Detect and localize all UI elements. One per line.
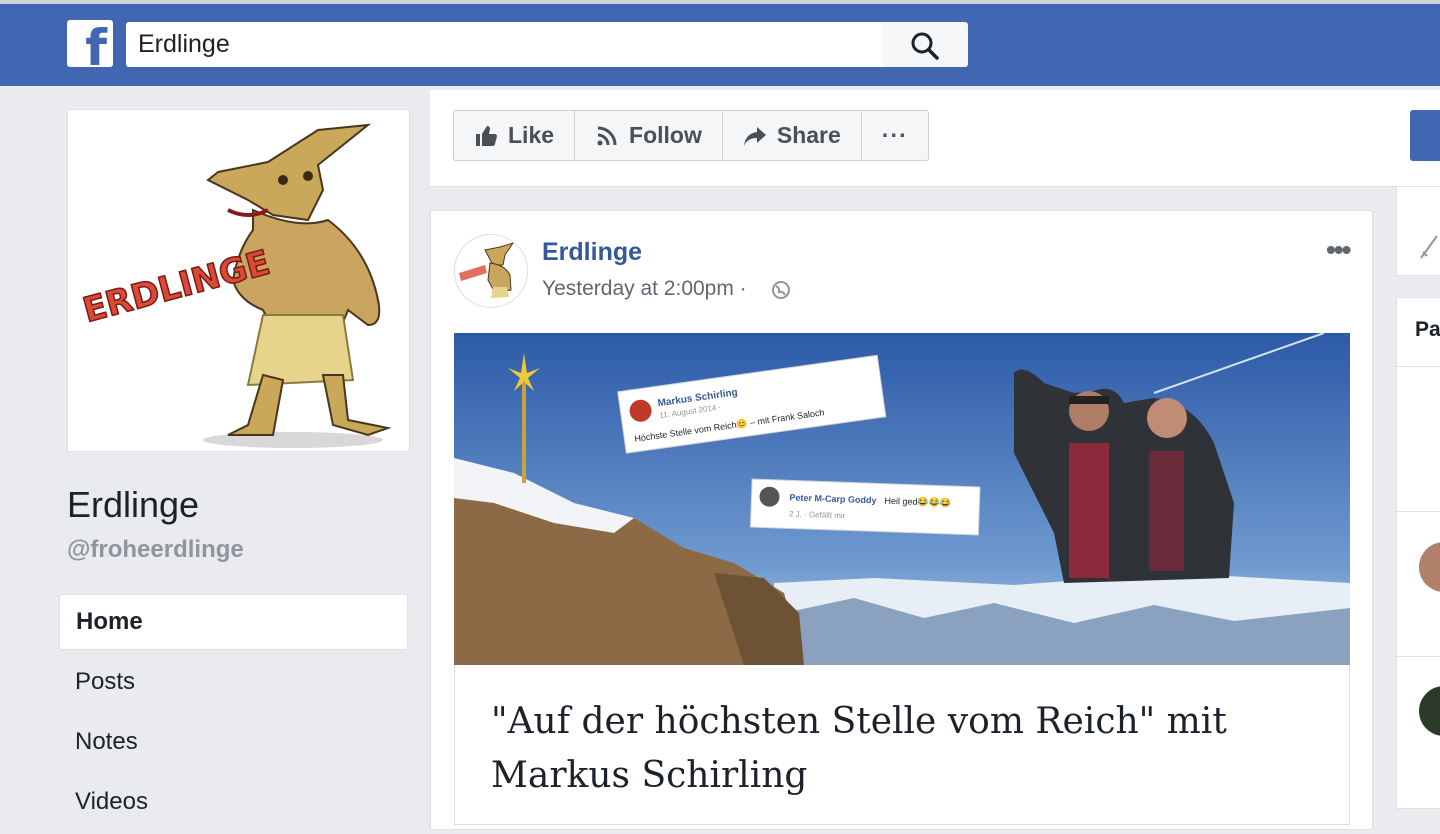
more-options-button[interactable]: ··· [862,111,928,160]
right-card-top [1396,186,1440,276]
friend-avatar[interactable] [1419,542,1440,592]
page-profile-picture[interactable]: ERDLINGE [67,109,410,452]
link-preview-title[interactable]: "Auf der höchsten Stelle vom Reich" mit … [491,695,1311,803]
nav-item-posts[interactable]: Posts [59,654,408,714]
search-button[interactable] [882,22,968,67]
page-nav: Home Posts Notes Videos [59,594,408,834]
right-card-community [1396,297,1440,809]
post-link-image[interactable]: Markus Schirling 11. August 2014 · Höchs… [454,333,1350,665]
primary-action-button[interactable] [1410,110,1440,161]
pencil-icon [1420,235,1438,259]
post-options-icon[interactable]: ••• [1326,234,1351,266]
post-author-name[interactable]: Erdlinge [542,238,642,267]
share-label: Share [776,122,841,148]
page-title: Erdlinge [67,484,200,525]
post-timestamp[interactable]: Yesterday at 2:00pm · [542,277,747,301]
rss-icon [597,126,617,145]
nav-item-home[interactable]: Home [59,594,408,650]
search-input[interactable]: Erdlinge [126,22,882,67]
globe-icon [772,281,790,299]
post-author-avatar[interactable] [454,234,528,308]
friend-avatar[interactable] [1419,686,1440,736]
facebook-logo-icon[interactable]: f [67,20,113,67]
share-arrow-icon [743,126,766,146]
right-card-label: Pa [1415,318,1440,341]
follow-button[interactable]: Follow [575,111,723,160]
page-action-buttons: Like Follow Share ··· [453,110,929,161]
search-icon [911,32,939,60]
like-button[interactable]: Like [454,111,576,160]
share-button[interactable]: Share [723,111,862,160]
nav-item-videos[interactable]: Videos [59,774,408,834]
page-username[interactable]: @froheerdlinge [67,536,244,564]
thumbs-up-icon [476,125,497,146]
nav-item-notes[interactable]: Notes [59,714,408,774]
follow-label: Follow [629,122,702,148]
like-label: Like [508,122,555,148]
more-dots-icon: ··· [881,122,908,148]
